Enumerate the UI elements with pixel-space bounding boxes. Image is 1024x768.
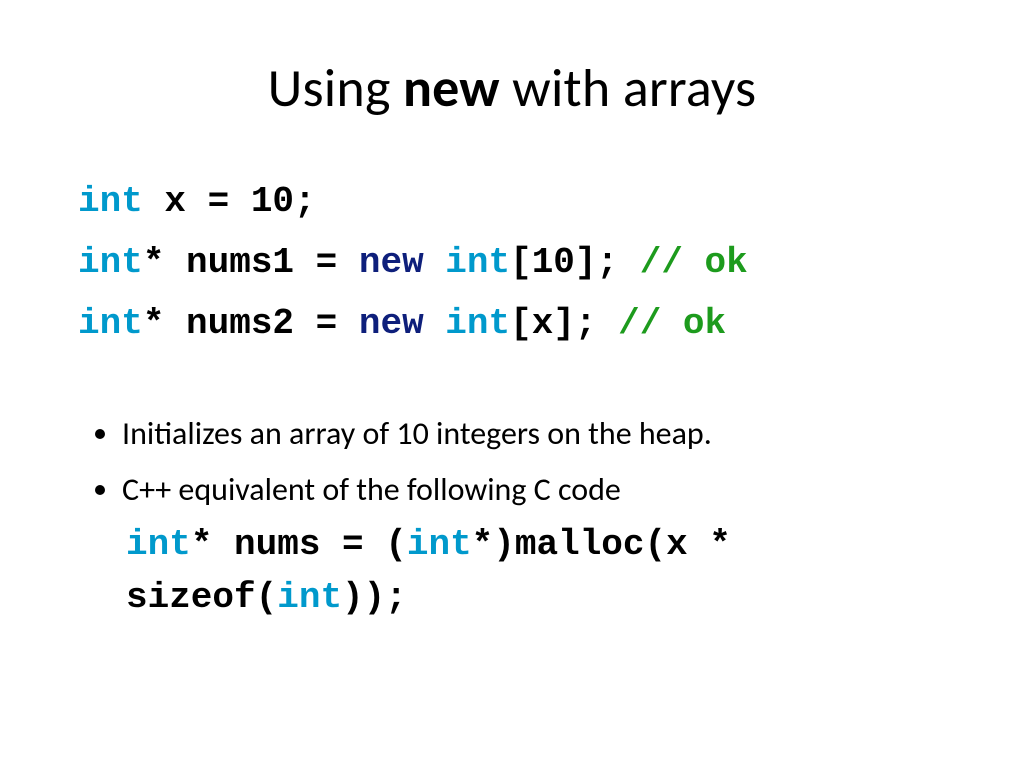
keyword-new: new xyxy=(359,242,445,283)
code-text: * nums2 = xyxy=(143,303,359,344)
code-text: * nums1 = xyxy=(143,242,359,283)
bullet-text: C++ equivalent of the following C code xyxy=(122,470,621,509)
code-line-3: int* nums2 = new int[x]; // ok xyxy=(78,293,946,354)
keyword-int: int xyxy=(126,524,191,565)
keyword-int: int xyxy=(78,242,143,283)
keyword-int: int xyxy=(445,303,510,344)
title-part1: Using xyxy=(268,55,403,121)
code-block: int x = 10; int* nums1 = new int[10]; //… xyxy=(78,171,946,355)
code-line-2: int* nums1 = new int[10]; // ok xyxy=(78,232,946,293)
code-text: * nums = ( xyxy=(191,524,407,565)
comment: // ok xyxy=(618,303,726,344)
code-text: x = 10; xyxy=(143,181,316,222)
keyword-int: int xyxy=(78,181,143,222)
comment: // ok xyxy=(640,242,748,283)
slide-title: Using new with arrays xyxy=(78,55,946,121)
bullet-list: Initializes an array of 10 integers on t… xyxy=(78,411,946,624)
title-part3: with arrays xyxy=(500,55,757,121)
code-text: )); xyxy=(342,577,407,618)
title-bold: new xyxy=(403,55,500,121)
keyword-int: int xyxy=(277,577,342,618)
code-line-1: int x = 10; xyxy=(78,171,946,232)
keyword-new: new xyxy=(359,303,445,344)
keyword-int: int xyxy=(78,303,143,344)
code-text: [x]; xyxy=(510,303,618,344)
code-text: [10]; xyxy=(510,242,640,283)
keyword-int: int xyxy=(407,524,472,565)
bullet-item: C++ equivalent of the following C code i… xyxy=(122,467,946,624)
inline-code: int* nums = (int*)malloc(x * sizeof(int)… xyxy=(122,519,946,623)
slide: Using new with arrays int x = 10; int* n… xyxy=(0,0,1024,768)
bullet-item: Initializes an array of 10 integers on t… xyxy=(122,411,946,457)
keyword-int: int xyxy=(445,242,510,283)
